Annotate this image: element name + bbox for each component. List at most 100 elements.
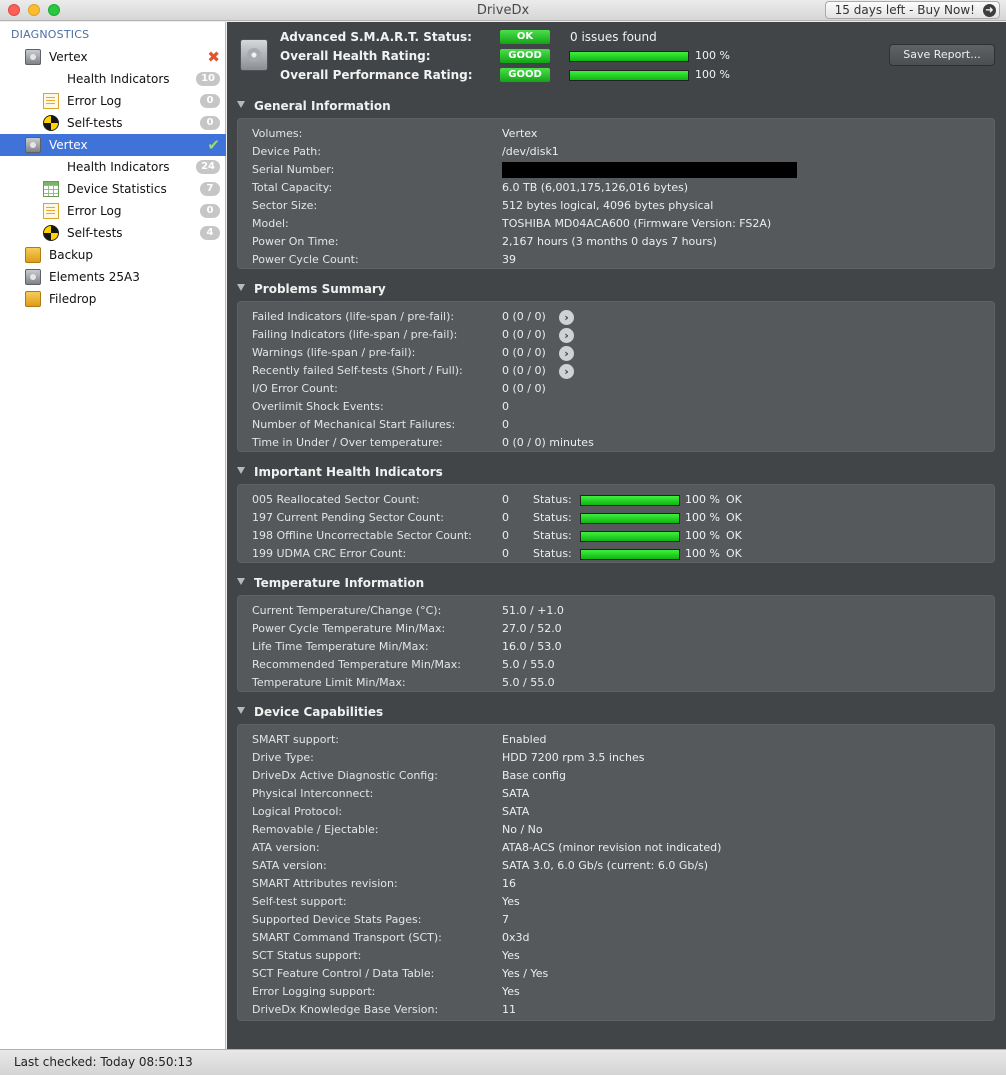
count-badge: 24 bbox=[196, 160, 220, 174]
info-value: Yes bbox=[502, 895, 520, 908]
hard-drive-icon bbox=[240, 39, 268, 71]
device-capabilities-panel: SMART support: Enabled Drive Type: HDD 7200… bbox=[237, 724, 995, 1021]
info-label: SMART Command Transport (SCT): bbox=[252, 931, 442, 944]
info-row: Power On Time: 2,167 hours (3 months 0 da… bbox=[238, 233, 994, 251]
info-row: Serial Number: bbox=[238, 161, 994, 179]
info-label: Physical Interconnect: bbox=[252, 787, 374, 800]
sidebar-item-label: Error Log bbox=[67, 204, 122, 218]
info-row: Overlimit Shock Events: 0 bbox=[238, 398, 994, 416]
indicator-status: OK bbox=[726, 529, 742, 542]
info-row: Time in Under / Over temperature: 0 (0 / … bbox=[238, 434, 994, 452]
sidebar-item-vertex[interactable]: Vertex ✔ bbox=[0, 134, 226, 156]
external-disk-icon bbox=[25, 247, 41, 263]
performance-rating-row: Overall Performance Rating: GOOD 100 % bbox=[280, 67, 800, 85]
info-value: 16.0 / 53.0 bbox=[502, 640, 562, 653]
disclosure-triangle-icon bbox=[237, 707, 245, 714]
info-value: ATA8-ACS (minor revision not indicated) bbox=[502, 841, 722, 854]
sidebar-item-self-tests[interactable]: Self-tests 4 bbox=[0, 222, 226, 244]
info-row: SCT Feature Control / Data Table: Yes / Y… bbox=[238, 965, 994, 983]
indicator-status-label: Status: bbox=[533, 529, 572, 542]
info-label: Failing Indicators (life-span / pre-fail… bbox=[252, 328, 458, 341]
sidebar-item-health-indicators[interactable]: Health Indicators 24 bbox=[0, 156, 226, 178]
sidebar-item-vertex[interactable]: Vertex ✖ bbox=[0, 46, 226, 68]
info-label: Temperature Limit Min/Max: bbox=[252, 676, 406, 689]
go-arrow-icon[interactable]: › bbox=[559, 364, 574, 379]
info-label: Model: bbox=[252, 217, 289, 230]
info-value: No / No bbox=[502, 823, 543, 836]
buy-now-button[interactable]: 15 days left - Buy Now! ➜ bbox=[824, 1, 1000, 19]
info-label: Self-test support: bbox=[252, 895, 347, 908]
info-value: 11 bbox=[502, 1003, 516, 1016]
indicator-status-label: Status: bbox=[533, 493, 572, 506]
selftest-icon bbox=[43, 115, 59, 131]
smart-status-label: Advanced S.M.A.R.T. Status: bbox=[280, 30, 472, 44]
info-row: Current Temperature/Change (°C): 51.0 / +… bbox=[238, 602, 994, 620]
title-bar: DriveDx 15 days left - Buy Now! ➜ bbox=[0, 0, 1006, 21]
info-value: 0 (0 / 0) bbox=[502, 328, 546, 341]
info-value: 5.0 / 55.0 bbox=[502, 676, 555, 689]
sidebar-item-backup[interactable]: Backup bbox=[0, 244, 226, 266]
indicator-value: 0 bbox=[502, 493, 509, 506]
table-icon bbox=[43, 181, 59, 197]
info-row: Life Time Temperature Min/Max: 16.0 / 53.… bbox=[238, 638, 994, 656]
general-info-title: General Information bbox=[254, 99, 391, 113]
info-value: Vertex bbox=[502, 127, 538, 140]
info-row: ATA version: ATA8-ACS (minor revision not… bbox=[238, 839, 994, 857]
info-row: Device Path: /dev/disk1 bbox=[238, 143, 994, 161]
go-arrow-icon[interactable]: › bbox=[559, 310, 574, 325]
info-row: SATA version: SATA 3.0, 6.0 Gb/s (current… bbox=[238, 857, 994, 875]
indicator-status-label: Status: bbox=[533, 547, 572, 560]
selftest-icon bbox=[43, 225, 59, 241]
info-label: Power Cycle Count: bbox=[252, 253, 359, 266]
log-icon bbox=[43, 93, 59, 109]
info-value: Enabled bbox=[502, 733, 547, 746]
sidebar-item-device-statistics[interactable]: Device Statistics 7 bbox=[0, 178, 226, 200]
count-badge: 0 bbox=[200, 94, 220, 108]
info-label: SCT Feature Control / Data Table: bbox=[252, 967, 435, 980]
smart-status-row: Advanced S.M.A.R.T. Status: OK 0 issues … bbox=[280, 29, 800, 47]
sidebar-item-label: Device Statistics bbox=[67, 182, 167, 196]
sidebar-item-elements-25a3[interactable]: Elements 25A3 bbox=[0, 266, 226, 288]
info-row: Removable / Ejectable: No / No bbox=[238, 821, 994, 839]
sidebar: DIAGNOSTICS Vertex ✖ Health Indicators 10 Er… bbox=[0, 22, 226, 1049]
info-label: ATA version: bbox=[252, 841, 320, 854]
sidebar-item-filedrop[interactable]: Filedrop bbox=[0, 288, 226, 310]
disk-icon bbox=[25, 137, 41, 153]
indicator-label: 199 UDMA CRC Error Count: bbox=[252, 547, 407, 560]
info-label: Recently failed Self-tests (Short / Full… bbox=[252, 364, 463, 377]
sidebar-item-health-indicators[interactable]: Health Indicators 10 bbox=[0, 68, 226, 90]
info-value: 2,167 hours (3 months 0 days 7 hours) bbox=[502, 235, 717, 248]
sidebar-item-label: Health Indicators bbox=[67, 72, 170, 86]
sidebar-item-error-log[interactable]: Error Log 0 bbox=[0, 200, 226, 222]
health-rating-bar bbox=[569, 51, 689, 62]
health-indicator-row: 197 Current Pending Sector Count: 0 Status… bbox=[238, 509, 994, 527]
go-arrow-icon[interactable]: › bbox=[559, 328, 574, 343]
info-value: 7 bbox=[502, 913, 509, 926]
save-report-button[interactable]: Save Report... bbox=[889, 44, 995, 66]
info-value: 16 bbox=[502, 877, 516, 890]
go-arrow-icon[interactable]: › bbox=[559, 346, 574, 361]
sidebar-item-label: Self-tests bbox=[67, 116, 123, 130]
sidebar-item-error-log[interactable]: Error Log 0 bbox=[0, 90, 226, 112]
indicator-status: OK bbox=[726, 493, 742, 506]
info-value: 0 (0 / 0) bbox=[502, 382, 546, 395]
info-value: 5.0 / 55.0 bbox=[502, 658, 555, 671]
sidebar-item-self-tests[interactable]: Self-tests 0 bbox=[0, 112, 226, 134]
info-label: Logical Protocol: bbox=[252, 805, 343, 818]
indicator-percent: 100 % bbox=[685, 511, 720, 524]
bars-icon bbox=[43, 71, 59, 87]
info-label: Supported Device Stats Pages: bbox=[252, 913, 422, 926]
info-label: Device Path: bbox=[252, 145, 321, 158]
info-value: 51.0 / +1.0 bbox=[502, 604, 564, 617]
indicator-percent: 100 % bbox=[685, 493, 720, 506]
indicator-label: 197 Current Pending Sector Count: bbox=[252, 511, 445, 524]
failed-x-icon: ✖ bbox=[207, 48, 220, 66]
indicator-level-bar bbox=[580, 513, 680, 524]
main-panel: Advanced S.M.A.R.T. Status: OK 0 issues … bbox=[227, 22, 1006, 1049]
disclosure-triangle-icon bbox=[237, 467, 245, 474]
indicator-level-fill bbox=[581, 496, 679, 505]
info-row: DriveDx Active Diagnostic Config: Base co… bbox=[238, 767, 994, 785]
info-row: Error Logging support: Yes bbox=[238, 983, 994, 1001]
disk-icon bbox=[25, 49, 41, 65]
temperature-info-panel: Current Temperature/Change (°C): 51.0 / +… bbox=[237, 595, 995, 692]
